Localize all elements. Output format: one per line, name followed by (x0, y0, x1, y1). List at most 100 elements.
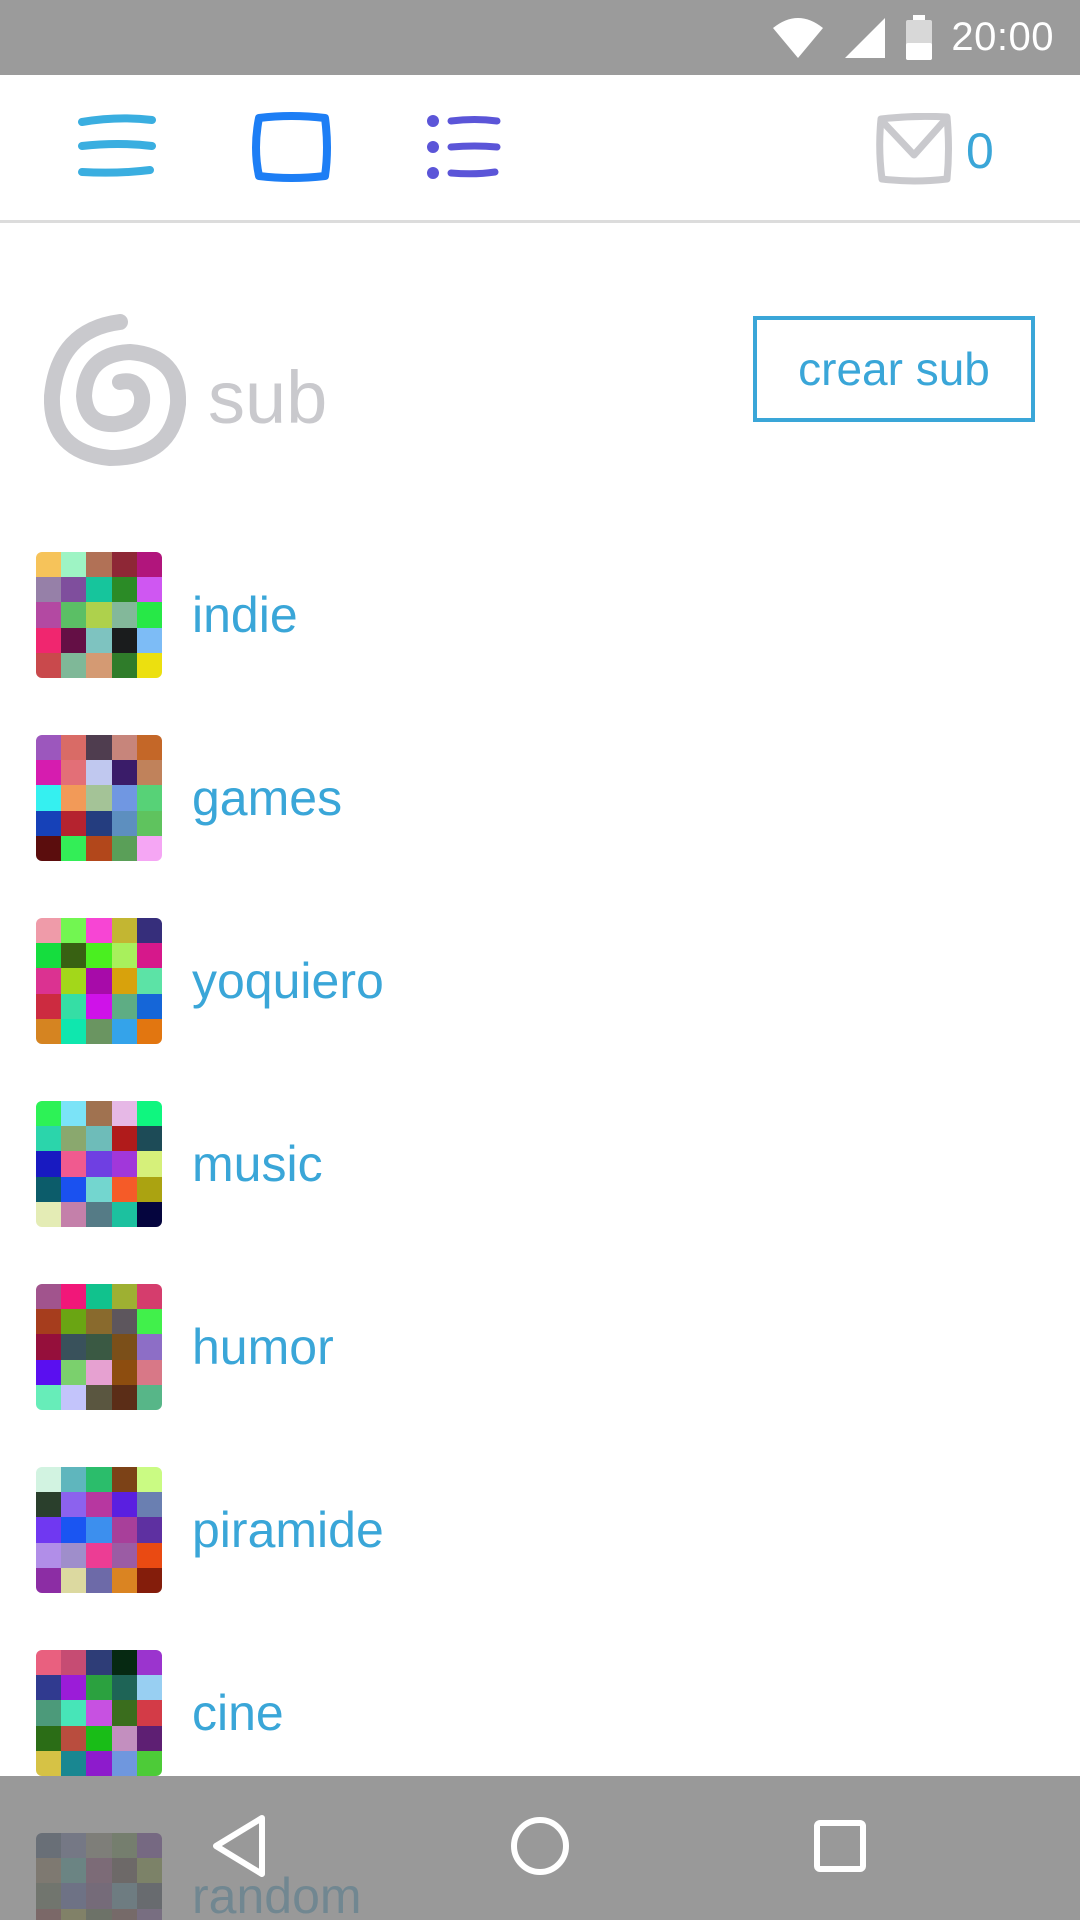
avatar-pixel (136, 602, 162, 628)
sub-list-item[interactable]: yoquiero (36, 918, 384, 1044)
avatar-pixel (36, 785, 62, 811)
avatar-pixel (111, 943, 137, 969)
avatar-pixel (111, 1201, 137, 1227)
avatar-pixel (61, 810, 87, 836)
message-count: 0 (966, 123, 994, 179)
avatar-pixel (111, 785, 137, 811)
avatar-pixel (111, 760, 137, 786)
sub-label: humor (192, 1319, 334, 1375)
avatar-pixel (36, 1151, 62, 1177)
avatar-pixel (61, 1334, 87, 1360)
avatar-pixel (86, 1101, 112, 1127)
avatar-pixel (136, 1384, 162, 1410)
avatar-pixel (86, 602, 112, 628)
avatar-pixel (136, 1492, 162, 1518)
home-button[interactable] (490, 1798, 590, 1898)
avatar-pixel (61, 1359, 87, 1385)
avatar-pixel (61, 1492, 87, 1518)
sub-label: games (192, 770, 343, 826)
messages-button[interactable]: 0 (876, 112, 994, 189)
sub-avatar (36, 552, 162, 678)
avatar-pixel (111, 1725, 137, 1751)
avatar-pixel (136, 1650, 162, 1676)
avatar-pixel (86, 1284, 112, 1310)
avatar-pixel (86, 1725, 112, 1751)
avatar-pixel (61, 1201, 87, 1227)
avatar-pixel (36, 1309, 62, 1335)
avatar-pixel (136, 1675, 162, 1701)
avatar-pixel (86, 1492, 112, 1518)
avatar-pixel (86, 1517, 112, 1543)
avatar-pixel (136, 1517, 162, 1543)
recents-button[interactable] (790, 1798, 890, 1898)
avatar-pixel (36, 652, 62, 678)
avatar-pixel (111, 1517, 137, 1543)
avatar-pixel (136, 1201, 162, 1227)
avatar-pixel (36, 627, 62, 653)
list-view-button[interactable] (422, 111, 504, 187)
avatar-pixel (36, 1176, 62, 1202)
envelope-icon (876, 112, 952, 189)
menu-button[interactable] (76, 111, 158, 187)
avatar-pixel (111, 835, 137, 861)
avatar-pixel (136, 577, 162, 603)
avatar-pixel (136, 1101, 162, 1127)
avatar-pixel (61, 1101, 87, 1127)
avatar-pixel (86, 1650, 112, 1676)
avatar-pixel (86, 1309, 112, 1335)
list-view-icon (425, 112, 501, 186)
avatar-pixel (61, 1650, 87, 1676)
avatar-pixel (61, 1567, 87, 1593)
avatar-pixel (111, 1101, 137, 1127)
avatar-pixel (36, 810, 62, 836)
avatar-pixel (136, 760, 162, 786)
avatar-pixel (36, 1725, 62, 1751)
sub-label: music (192, 1136, 323, 1192)
avatar-pixel (86, 1151, 112, 1177)
sub-list-item[interactable]: indie (36, 552, 298, 678)
avatar-pixel (36, 1492, 62, 1518)
logo-text: sub (208, 355, 328, 439)
avatar-pixel (61, 1126, 87, 1152)
avatar-pixel (61, 1517, 87, 1543)
avatar-pixel (36, 993, 62, 1019)
avatar-pixel (86, 810, 112, 836)
avatar-pixel (136, 1334, 162, 1360)
avatar-pixel (36, 735, 62, 761)
avatar-pixel (136, 552, 162, 578)
avatar-pixel (61, 760, 87, 786)
avatar-pixel (136, 1176, 162, 1202)
avatar-pixel (61, 835, 87, 861)
avatar-pixel (61, 1700, 87, 1726)
navigation-bar (0, 1776, 1080, 1920)
avatar-pixel (36, 1700, 62, 1726)
sub-list-item[interactable]: games (36, 735, 342, 861)
back-button[interactable] (190, 1798, 290, 1898)
avatar-pixel (111, 1542, 137, 1568)
sub-list-item[interactable]: humor (36, 1284, 334, 1410)
avatar-pixel (61, 552, 87, 578)
avatar-pixel (36, 1542, 62, 1568)
battery-icon (905, 14, 933, 61)
avatar-pixel (36, 1334, 62, 1360)
avatar-pixel (111, 810, 137, 836)
avatar-pixel (136, 735, 162, 761)
avatar-pixel (136, 993, 162, 1019)
avatar-pixel (86, 785, 112, 811)
avatar-pixel (36, 1101, 62, 1127)
avatar-pixel (61, 652, 87, 678)
avatar-pixel (86, 1201, 112, 1227)
create-sub-button[interactable]: crear sub (753, 316, 1035, 422)
avatar-pixel (61, 1750, 87, 1776)
avatar-pixel (36, 1126, 62, 1152)
sub-list-item[interactable]: music (36, 1101, 323, 1227)
avatar-pixel (136, 1359, 162, 1385)
avatar-pixel (61, 627, 87, 653)
sub-list-item[interactable]: piramide (36, 1467, 384, 1593)
avatar-pixel (36, 1384, 62, 1410)
single-view-button[interactable] (250, 111, 332, 187)
avatar-pixel (36, 602, 62, 628)
sub-list-item[interactable]: cine (36, 1650, 284, 1776)
sub-logo: sub (43, 312, 328, 470)
avatar-pixel (86, 1384, 112, 1410)
